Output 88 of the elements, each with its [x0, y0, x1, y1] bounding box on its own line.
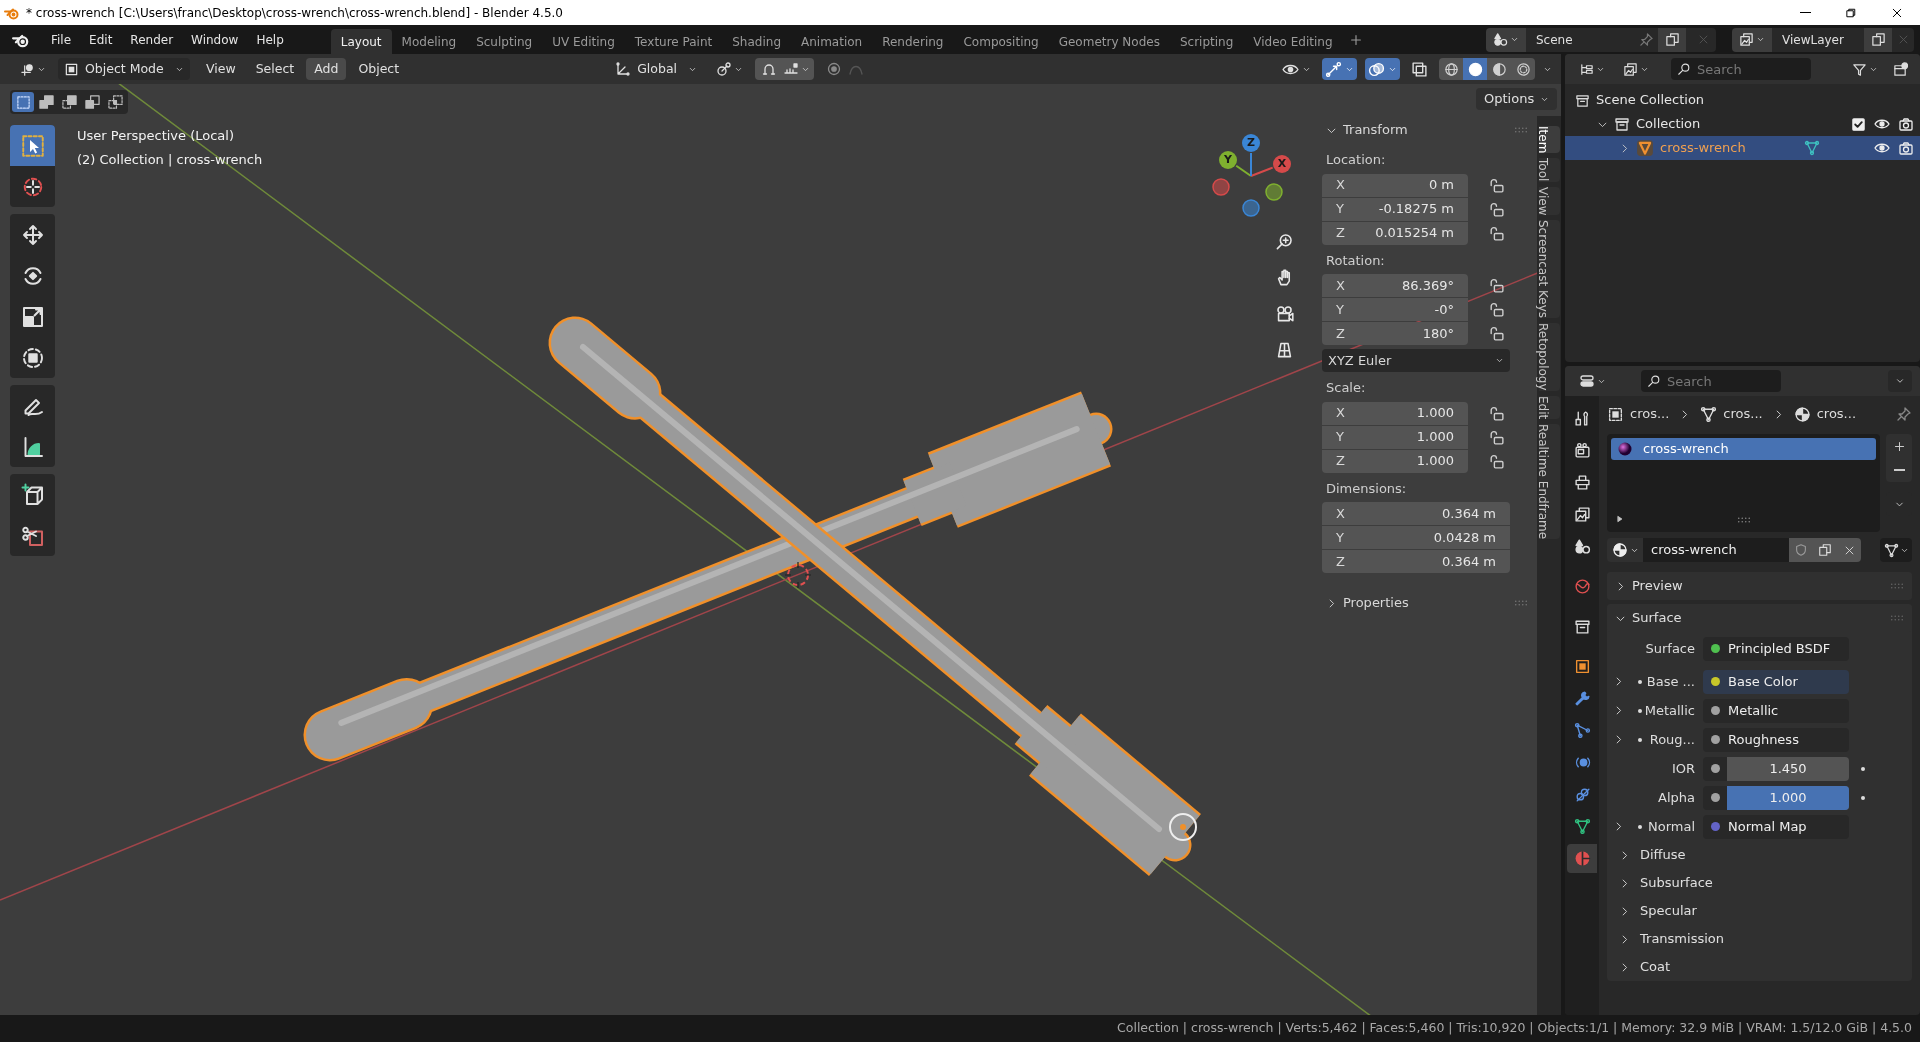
- axis-button[interactable]: X: [1273, 155, 1291, 173]
- group-label: Scale:: [1325, 379, 1367, 397]
- workspace-tab[interactable]: Sculpting: [466, 29, 543, 54]
- window-title: * cross-wrench [C:\Users\franc\Desktop\cross-wrench\cross-wrench.blend] - Blender 4.5.0: [26, 4, 563, 22]
- shader-dropdown[interactable]: Principled BSDF: [1703, 636, 1849, 661]
- number-field[interactable]: Y 1.000: [1322, 425, 1468, 449]
- workspace-tab[interactable]: Modeling: [391, 29, 467, 54]
- field-label: Roug...: [1648, 730, 1695, 749]
- linked-input-dropdown[interactable]: Metallic: [1703, 698, 1849, 723]
- group-label: Location:: [1325, 151, 1387, 169]
- linked-input-dropdown[interactable]: Normal Map: [1703, 814, 1849, 839]
- status-bar-text: Collection | cross-wrench | Verts:5,462 | Faces:5,460 | Tris:10,920 | Objects:1/1 | Memory: 32.9 MiB | VRAM: 1.5/12.0 GiB | 4.5.0: [1117, 1019, 1912, 1038]
- linked-input-dropdown[interactable]: Base Color: [1703, 669, 1849, 694]
- workspace-tab[interactable]: Animation: [791, 29, 873, 54]
- search-field[interactable]: Search: [1641, 370, 1781, 392]
- workspace-tab[interactable]: Scripting: [1169, 29, 1244, 54]
- breadcrumb-item: cros...: [1816, 405, 1857, 424]
- workspace-tab[interactable]: Texture Paint: [624, 29, 723, 54]
- panel-header[interactable]: Properties: [1322, 589, 1532, 617]
- options-dropdown[interactable]: Options: [1476, 88, 1558, 110]
- sidebar-tab[interactable]: Screencast Keys: [1538, 220, 1560, 319]
- menu-item[interactable]: Select: [247, 58, 303, 80]
- axis-button[interactable]: Z: [1242, 134, 1260, 152]
- workspace-tab[interactable]: Geometry Nodes: [1048, 29, 1170, 54]
- number-field[interactable]: X 86.369°: [1322, 274, 1468, 297]
- material-slot[interactable]: cross-wrench: [1611, 438, 1876, 460]
- subpanel-header[interactable]: Specular: [1607, 897, 1912, 925]
- breadcrumb-item: cros...: [1723, 405, 1763, 424]
- number-field[interactable]: Y -0°: [1322, 298, 1468, 321]
- sidebar-tab[interactable]: View: [1538, 186, 1560, 216]
- view-layer-field[interactable]: ViewLayer: [1772, 27, 1914, 52]
- field-label: Metallic: [1643, 701, 1695, 720]
- subpanel-header[interactable]: Subsurface: [1607, 869, 1912, 897]
- number-field[interactable]: Y -0.18275 m: [1322, 197, 1468, 221]
- sidebar-tab[interactable]: Item: [1538, 126, 1560, 154]
- menu-item[interactable]: Object: [350, 58, 408, 80]
- viewport-info-text: User Perspective (Local): [77, 127, 236, 145]
- panel-header[interactable]: Transform: [1322, 116, 1532, 144]
- material-name-field[interactable]: cross-wrench: [1643, 538, 1789, 562]
- number-field[interactable]: Z 1.000: [1322, 449, 1468, 473]
- number-field[interactable]: Z 0.015254 m: [1322, 221, 1468, 245]
- outliner-row[interactable]: Collection: [1565, 112, 1920, 136]
- outliner-row[interactable]: Scene Collection: [1565, 88, 1920, 112]
- menu-item[interactable]: Help: [247, 27, 293, 52]
- orientation-dropdown[interactable]: Global: [611, 58, 702, 80]
- linked-input-dropdown[interactable]: Roughness: [1703, 727, 1849, 752]
- scene-field[interactable]: Scene: [1526, 27, 1716, 52]
- group-label: Dimensions:: [1325, 479, 1408, 498]
- number-field[interactable]: Z 0.364 m: [1322, 550, 1510, 573]
- subpanel-header[interactable]: Transmission: [1607, 925, 1912, 953]
- sidebar-tab[interactable]: Retopology: [1538, 323, 1560, 391]
- field-label: IOR: [1670, 759, 1695, 778]
- number-field[interactable]: Y 0.0428 m: [1322, 526, 1510, 549]
- viewport-info-text: (2) Collection | cross-wrench: [77, 150, 263, 169]
- group-label: Rotation:: [1325, 251, 1386, 270]
- number-field[interactable]: X 1.000: [1322, 401, 1468, 425]
- axis-button[interactable]: Y: [1219, 151, 1237, 169]
- menu-item[interactable]: File: [42, 27, 81, 52]
- field-label: Surface: [1644, 639, 1696, 658]
- workspace-tab[interactable]: Compositing: [953, 29, 1049, 54]
- number-field[interactable]: Z 180°: [1322, 322, 1468, 345]
- subpanel-header[interactable]: Coat: [1607, 953, 1912, 981]
- number-field[interactable]: X 0 m: [1322, 173, 1468, 197]
- workspace-tab[interactable]: Video Editing: [1243, 29, 1343, 54]
- menu-item[interactable]: Render: [121, 27, 183, 52]
- sidebar-tab[interactable]: Realtime Endframe: [1538, 423, 1560, 540]
- outliner-row[interactable]: cross-wrench: [1565, 136, 1920, 160]
- workspace-tab[interactable]: Shading: [722, 29, 791, 54]
- subpanel-header[interactable]: Diffuse: [1607, 841, 1912, 869]
- mode-dropdown[interactable]: Object Mode: [58, 58, 190, 80]
- breadcrumb-item: cros...: [1630, 405, 1670, 424]
- sidebar-tab[interactable]: Edit: [1538, 395, 1560, 419]
- menu-item[interactable]: Edit: [80, 27, 122, 52]
- field-label: Alpha: [1657, 788, 1695, 807]
- field-label: Normal: [1646, 817, 1695, 836]
- workspace-tab[interactable]: UV Editing: [542, 29, 625, 54]
- number-field[interactable]: X 0.364 m: [1322, 502, 1510, 525]
- sidebar-tab[interactable]: Tool: [1538, 158, 1560, 182]
- workspace-tab[interactable]: Rendering: [872, 29, 954, 54]
- rotation-mode-dropdown[interactable]: XYZ Euler: [1322, 349, 1510, 372]
- menu-item[interactable]: View: [198, 58, 244, 80]
- number-field[interactable]: 1.450: [1727, 756, 1849, 781]
- menu-item[interactable]: Window: [182, 27, 248, 52]
- search-field[interactable]: Search: [1671, 58, 1811, 80]
- field-label: Base ...: [1645, 672, 1695, 691]
- number-slider[interactable]: 1.000: [1727, 785, 1849, 810]
- menu-item[interactable]: Add: [306, 58, 347, 80]
- workspace-tab[interactable]: Layout: [330, 29, 392, 54]
